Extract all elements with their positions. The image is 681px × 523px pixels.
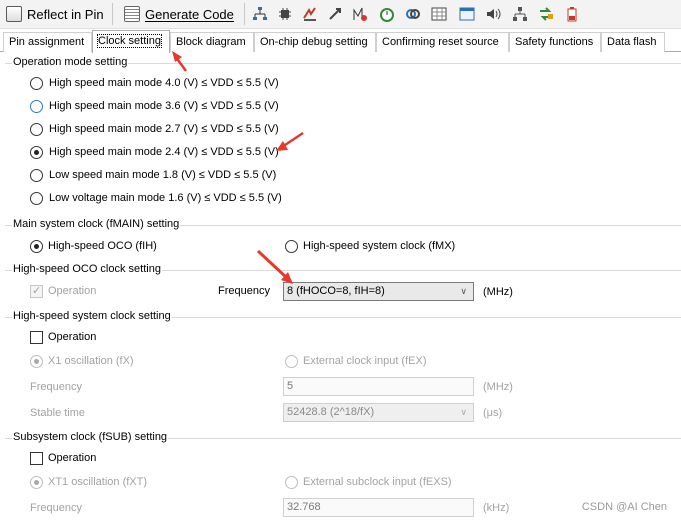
radio-high-speed-system-clock[interactable] (285, 240, 298, 253)
xt1-oscillation-label: XT1 oscillation (fXT) (48, 476, 148, 488)
high-speed-system-clock-label: High-speed system clock (fMX) (303, 240, 456, 252)
mode-2-4-label: High speed main mode 2.4 (V) ≤ VDD ≤ 5.5… (49, 146, 279, 158)
external-clock-input-label: External clock input (fEX) (303, 355, 427, 367)
generate-code-icon (124, 6, 140, 22)
x1-oscillation-label: X1 oscillation (fX) (48, 355, 134, 367)
oco-frequency-value: 8 (fHOCO=8, fIH=8) (287, 285, 385, 297)
sub-frequency-unit: (kHz) (483, 502, 510, 514)
oco-frequency-unit: (MHz) (483, 286, 513, 298)
window-icon[interactable] (459, 6, 475, 22)
chevron-down-icon: ∨ (460, 286, 467, 296)
sub-frequency-label: Frequency (30, 502, 82, 514)
tab-label: On-chip debug setting (260, 36, 368, 48)
sub-operation-label: Operation (48, 452, 97, 464)
hs-frequency-field[interactable]: 5 (283, 377, 474, 396)
radio-high-speed-oco[interactable] (30, 240, 43, 253)
external-subclock-input-label: External subclock input (fEXS) (303, 476, 452, 488)
grid-icon[interactable] (431, 6, 447, 22)
hs-frequency-unit: (MHz) (483, 381, 513, 393)
mode-3-6-label: High speed main mode 3.6 (V) ≤ VDD ≤ 5.5… (49, 100, 279, 112)
mode-2-7-label: High speed main mode 2.7 (V) ≤ VDD ≤ 5.5… (49, 123, 279, 135)
radio-x1-oscillation[interactable] (30, 355, 43, 368)
oco-frequency-select[interactable]: 8 (fHOCO=8, fIH=8) ∨ (283, 282, 474, 301)
annotation-arrow (276, 131, 304, 151)
tab-safety-functions[interactable]: Safety functions (509, 32, 601, 52)
sub-operation-checkbox[interactable] (30, 452, 43, 465)
tab-label: Data flash (607, 36, 657, 48)
tree-icon[interactable] (252, 6, 268, 22)
generate-code-label: Generate Code (145, 6, 234, 22)
tab-label: Clock setting (97, 34, 162, 48)
oco-clock-title: High-speed OCO clock setting (12, 263, 162, 275)
stable-time-value: 52428.8 (2^18/fX) (287, 406, 375, 418)
tab-label: Confirming reset source (382, 36, 499, 48)
tab-data-flash[interactable]: Data flash (601, 32, 665, 52)
oco-operation-label: Operation (48, 285, 97, 297)
sound-icon[interactable] (485, 6, 501, 22)
stable-time-unit: (μs) (483, 407, 503, 419)
hs-system-clock-title: High-speed system clock setting (12, 310, 172, 322)
watermark: CSDN @AI Chen (581, 501, 667, 513)
reflect-in-pin-button[interactable]: Reflect in Pin (2, 2, 108, 26)
radio-mode-low-speed[interactable] (30, 169, 43, 182)
toolbar-separator (112, 3, 113, 25)
toolbar: Reflect in Pin Generate Code (0, 0, 681, 29)
hs-operation-checkbox[interactable] (30, 331, 43, 344)
radio-external-clock-input[interactable] (285, 355, 298, 368)
tab-pin-assignment[interactable]: Pin assignment (3, 32, 92, 52)
sub-frequency-field[interactable]: 32.768 (283, 498, 474, 517)
tab-clock-setting[interactable]: Clock setting (92, 30, 170, 53)
radio-selected-dot (34, 244, 39, 249)
main-clock-title: Main system clock (fMAIN) setting (12, 218, 181, 230)
check-mark-icon: ✓ (32, 285, 42, 297)
radio-selected-dot (34, 150, 39, 155)
link-icon[interactable] (405, 6, 421, 22)
transfer-icon[interactable] (538, 6, 554, 22)
tab-label: Block diagram (176, 36, 246, 48)
radio-mode-low-voltage[interactable] (30, 192, 43, 205)
radio-mode-3-6[interactable] (30, 100, 43, 113)
oco-operation-checkbox[interactable]: ✓ (30, 285, 43, 298)
oco-frequency-label: Frequency (218, 285, 270, 297)
stable-time-label: Stable time (30, 407, 86, 419)
timer-icon[interactable] (379, 6, 395, 22)
radio-selected-dot (34, 359, 39, 364)
annotation-arrow (172, 51, 188, 72)
radio-xt1-oscillation[interactable] (30, 476, 43, 489)
reflect-in-pin-label: Reflect in Pin (27, 6, 104, 22)
battery-icon[interactable] (564, 6, 580, 22)
toolbar-separator (244, 3, 245, 25)
radio-external-subclock-input[interactable] (285, 476, 298, 489)
interrupt-icon[interactable] (302, 6, 318, 22)
stable-time-select[interactable]: 52428.8 (2^18/fX) ∨ (283, 403, 474, 422)
mode-low-voltage-label: Low voltage main mode 1.6 (V) ≤ VDD ≤ 5.… (49, 192, 282, 204)
port-icon[interactable] (327, 6, 343, 22)
chip-icon[interactable] (277, 6, 293, 22)
network-icon[interactable] (512, 6, 528, 22)
mode-4-0-label: High speed main mode 4.0 (V) ≤ VDD ≤ 5.5… (49, 77, 279, 89)
generate-code-button[interactable]: Generate Code (120, 2, 238, 26)
mode-low-speed-label: Low speed main mode 1.8 (V) ≤ VDD ≤ 5.5 … (49, 169, 277, 181)
annotation-arrow (256, 249, 293, 284)
hs-frequency-label: Frequency (30, 381, 82, 393)
tab-strip: Pin assignment Clock setting Block diagr… (0, 30, 681, 53)
radio-mode-2-4[interactable] (30, 146, 43, 159)
hs-operation-label: Operation (48, 331, 97, 343)
tab-block-diagram[interactable]: Block diagram (170, 32, 254, 52)
chevron-down-icon: ∨ (460, 407, 467, 417)
tab-label: Pin assignment (9, 36, 85, 48)
tab-label: Safety functions (515, 36, 594, 48)
radio-mode-2-7[interactable] (30, 123, 43, 136)
tab-on-chip-debug-setting[interactable]: On-chip debug setting (254, 32, 376, 52)
operation-mode-title: Operation mode setting (12, 56, 129, 68)
subsystem-clock-title: Subsystem clock (fSUB) setting (12, 431, 169, 443)
signal-icon[interactable] (352, 6, 368, 22)
tab-confirming-reset-source[interactable]: Confirming reset source (376, 32, 509, 52)
reflect-icon (6, 6, 22, 22)
radio-mode-4-0[interactable] (30, 77, 43, 90)
high-speed-oco-label: High-speed OCO (fIH) (48, 240, 157, 252)
radio-selected-dot (34, 480, 39, 485)
